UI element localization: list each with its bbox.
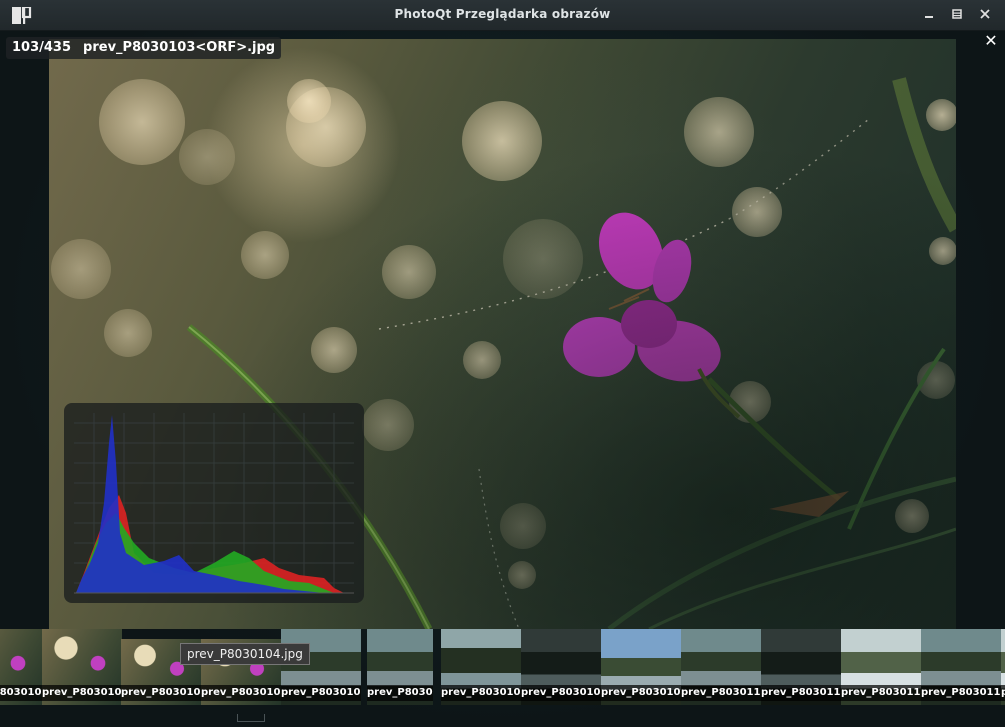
close-icon: ✕ — [984, 31, 998, 50]
thumbnail-caption: prev_P803011... — [681, 685, 761, 701]
thumbnail-caption: prev_P803010... — [201, 685, 281, 701]
bokeh-highlight — [463, 341, 501, 379]
histogram-blue-channel — [76, 415, 324, 593]
thumbnail-item[interactable]: prev_P803011... — [921, 629, 1001, 705]
thumbnail-caption: prev_P8030101.jpg — [0, 685, 42, 701]
image-counter: 103/435 — [12, 40, 72, 55]
thumbnail-bar-handle[interactable] — [237, 714, 265, 722]
thumbnail-item[interactable]: prev_P803010... — [281, 629, 361, 705]
bokeh-highlight — [729, 381, 771, 423]
bokeh-highlight — [732, 187, 782, 237]
bokeh-highlight — [508, 561, 536, 589]
thumbnail-caption: prev_P8030102.jpg — [42, 685, 122, 701]
thumbnail-tooltip: prev_P8030104.jpg — [180, 643, 310, 665]
title-bar: PhotoQt Przeglądarka obrazów — [0, 0, 1005, 31]
bokeh-highlight — [286, 87, 366, 167]
thumbnail-caption: prev_P803011... — [841, 685, 921, 701]
thumbnail-item[interactable]: prev_P8030101.jpg — [0, 629, 42, 705]
thumbnail-caption: prev_P803010... — [601, 685, 681, 701]
close-viewer-button[interactable]: ✕ — [983, 33, 999, 49]
bokeh-highlight — [895, 499, 929, 533]
flower — [563, 212, 741, 419]
bokeh-highlight — [684, 97, 754, 167]
bokeh-highlight — [287, 79, 331, 123]
bokeh-highlight — [503, 219, 583, 299]
thumbnail-item[interactable]: prev_P8030102.jpg — [42, 629, 122, 705]
minimize-button[interactable] — [919, 6, 939, 24]
thumbnail-caption: prev_P803010... — [441, 685, 521, 701]
thumbnail-caption: prev_P803010... — [367, 685, 433, 701]
maximize-button[interactable] — [947, 6, 967, 24]
window-title: PhotoQt Przeglądarka obrazów — [394, 7, 611, 21]
minimize-icon — [925, 16, 933, 18]
thumbnail-item[interactable]: prev_P803011... — [841, 629, 921, 705]
thumbnail-item[interactable]: prev_P803010... — [367, 629, 433, 705]
thumbnail-item[interactable]: prev_P803010... — [601, 629, 681, 705]
thumbnail-item[interactable]: prev_P803011... — [761, 629, 841, 705]
thumbnail-item[interactable]: prev_P803010... — [521, 629, 601, 705]
image-viewer-area[interactable]: 103/435 prev_P8030103<ORF>.jpg ✕ 803010 … — [0, 31, 1005, 727]
thumbnail-caption: prev_P803010... — [281, 685, 361, 701]
close-icon — [980, 9, 990, 19]
bokeh-highlight — [917, 361, 955, 399]
thumbnail-caption: prev_P803010... — [121, 685, 201, 701]
maximize-icon — [952, 9, 962, 19]
thumbnail-item[interactable]: prev_P803010... — [441, 629, 521, 705]
bokeh-highlight — [104, 309, 152, 357]
bokeh-highlight — [311, 327, 357, 373]
bokeh-highlight — [929, 237, 956, 265]
bokeh-highlight — [462, 101, 542, 181]
thumbnail-caption: prev_P803011... — [921, 685, 1001, 701]
histogram-panel[interactable] — [64, 403, 364, 603]
bokeh-highlight — [382, 245, 436, 299]
image-filename: prev_P8030103<ORF>.jpg — [83, 40, 276, 55]
file-info-label[interactable]: 103/435 prev_P8030103<ORF>.jpg — [6, 37, 282, 59]
bokeh-highlight — [362, 399, 414, 451]
bokeh-highlight — [179, 129, 235, 185]
thumbnail-bar[interactable]: prev_P8030101.jpgprev_P8030102.jpgprev_P… — [0, 629, 1005, 727]
bokeh-highlight — [51, 239, 111, 299]
close-window-button[interactable] — [975, 6, 995, 24]
bokeh-highlight — [241, 231, 289, 279]
bokeh-highlight — [500, 503, 546, 549]
histogram-graph — [74, 413, 354, 594]
thumbnail-item[interactable]: prev_P803011... — [1001, 629, 1005, 705]
thumbnail-item[interactable]: prev_P803011... — [681, 629, 761, 705]
thumbnail-caption: prev_P803010... — [521, 685, 601, 701]
thumbnail-caption: prev_P803011... — [761, 685, 841, 701]
bokeh-highlight — [99, 79, 185, 165]
thumbnail-caption: prev_P803011... — [1001, 685, 1005, 701]
bokeh-highlight — [926, 99, 956, 131]
